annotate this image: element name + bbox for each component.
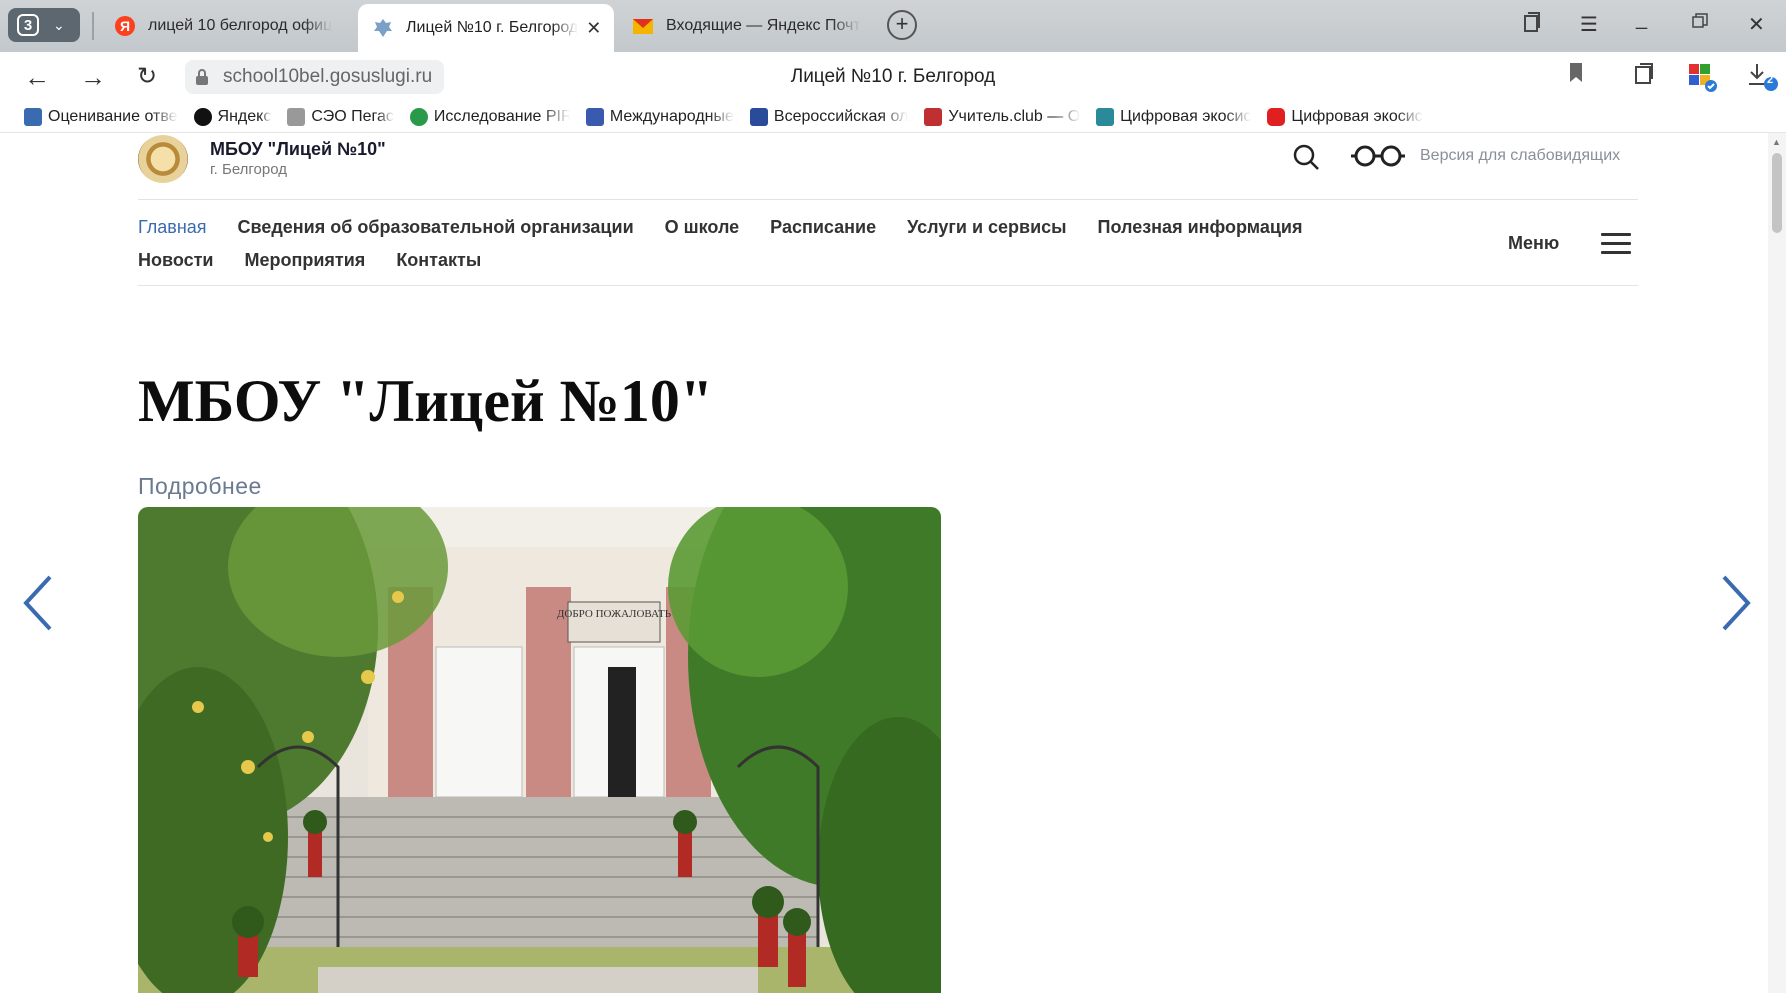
address-bar: ← → ↻ school10bel.gosuslugi.ru Лицей №10…	[0, 52, 1786, 102]
bookmark-item[interactable]: СЭО Пегас	[287, 108, 394, 126]
bookmark-favicon-icon	[24, 108, 42, 126]
menu-label[interactable]: Меню	[1508, 233, 1559, 254]
bookmarks-panel-icon[interactable]	[1522, 12, 1542, 40]
reader-icon[interactable]	[1632, 62, 1656, 92]
org-name[interactable]: МБОУ "Лицей №10"	[210, 139, 386, 160]
close-tab-icon[interactable]: ✕	[586, 18, 601, 39]
main-nav-row1: Главная Сведения об образовательной орга…	[138, 217, 1334, 238]
school-photo: ДОБРО ПОЖАЛОВАТЬ	[138, 507, 941, 993]
nav-about[interactable]: О школе	[665, 217, 740, 238]
menu-icon[interactable]: ☰	[1580, 12, 1598, 37]
bookmark-icon[interactable]	[1568, 62, 1584, 90]
chevron-down-icon: ⌄	[53, 16, 65, 33]
scroll-up-icon[interactable]: ▲	[1772, 137, 1781, 147]
divider	[138, 199, 1638, 200]
school-logo[interactable]	[138, 135, 188, 183]
youtube-icon	[1267, 108, 1286, 126]
bookmark-label: Исследование PIR	[433, 108, 570, 125]
bookmark-favicon-icon	[585, 108, 604, 126]
bookmark-label: Яндекс	[217, 108, 272, 125]
bookmark-label: Всероссийская ол	[773, 108, 909, 125]
main-nav-row2: Новости Мероприятия Контакты	[138, 250, 512, 271]
bookmark-label: Учитель.club — О	[948, 108, 1081, 125]
tab-count: 3	[17, 14, 39, 36]
carousel-next-icon[interactable]	[1718, 573, 1754, 633]
nav-home[interactable]: Главная	[138, 217, 207, 238]
tab-separator	[92, 12, 94, 40]
tab-counter-button[interactable]: 3 ⌄	[8, 8, 80, 42]
bookmark-item[interactable]: Учитель.club — О	[924, 108, 1080, 126]
download-icon[interactable]: 2	[1746, 62, 1780, 100]
bookmark-favicon-icon	[409, 108, 428, 126]
nav-news[interactable]: Новости	[138, 250, 213, 271]
glasses-icon[interactable]	[1350, 143, 1406, 169]
bookmark-item[interactable]: Цифровая экосис	[1096, 108, 1251, 126]
more-link[interactable]: Подробнее	[138, 473, 262, 500]
download-badge: 2	[1767, 74, 1774, 86]
bookmark-item[interactable]: Оценивание отве	[24, 108, 178, 126]
nav-contacts[interactable]: Контакты	[396, 250, 481, 271]
browser-window: 3 ⌄ Я лицей 10 белгород офиц Лицей №10 г…	[0, 0, 1786, 993]
bookmark-favicon-icon	[749, 108, 768, 126]
page-content: МБОУ "Лицей №10" г. Белгород Версия для …	[0, 132, 1786, 993]
bookmark-favicon-icon	[1096, 108, 1115, 126]
emblem-icon	[374, 19, 392, 37]
tab-mail[interactable]: Входящие — Яндекс Почт	[618, 4, 868, 48]
bookmark-favicon-icon	[193, 108, 212, 126]
divider	[138, 285, 1638, 286]
extension-icon[interactable]	[1687, 62, 1717, 98]
nav-events[interactable]: Мероприятия	[244, 250, 365, 271]
bookmark-label: Международные	[609, 108, 734, 125]
bookmark-item[interactable]: Яндекс	[193, 108, 272, 126]
scrollbar-thumb[interactable]	[1772, 153, 1782, 233]
nav-schedule[interactable]: Расписание	[770, 217, 876, 238]
mail-icon	[633, 19, 653, 34]
minimize-icon[interactable]: _	[1636, 8, 1647, 31]
hamburger-icon[interactable]	[1601, 233, 1631, 255]
welcome-sign: ДОБРО ПОЖАЛОВАТЬ	[557, 608, 671, 620]
new-tab-button[interactable]: +	[887, 10, 917, 40]
page-scrollbar[interactable]: ▲	[1768, 133, 1786, 993]
restore-icon[interactable]	[1692, 12, 1708, 35]
bookmark-label: Цифровая экосис	[1120, 108, 1252, 125]
bookmark-label: Цифровая экосис	[1291, 108, 1423, 125]
search-icon[interactable]	[1292, 143, 1320, 171]
bookmark-item[interactable]: Цифровая экосис	[1267, 108, 1423, 126]
carousel-prev-icon[interactable]	[20, 573, 56, 633]
nav-info[interactable]: Сведения об образовательной организации	[238, 217, 634, 238]
low-vision-link[interactable]: Версия для слабовидящих	[1420, 147, 1620, 165]
org-city: г. Белгород	[210, 161, 288, 178]
bookmark-label: Оценивание отве	[48, 108, 178, 125]
bookmark-label: СЭО Пегас	[311, 108, 394, 125]
bookmark-item[interactable]: Исследование PIR	[409, 108, 570, 126]
svg-text:Я: Я	[120, 18, 130, 34]
bookmark-favicon-icon	[924, 108, 943, 126]
tab-search[interactable]: Я лицей 10 белгород офиц	[100, 4, 355, 48]
page-title: Лицей №10 г. Белгород	[790, 66, 996, 87]
bookmark-item[interactable]: Всероссийская ол	[749, 108, 909, 126]
nav-services[interactable]: Услуги и сервисы	[907, 217, 1066, 238]
tab-active[interactable]: Лицей №10 г. Белгород ✕	[358, 4, 614, 52]
tab-title: Лицей №10 г. Белгород	[406, 19, 579, 36]
tab-title: Входящие — Яндекс Почт	[666, 17, 861, 34]
bookmarks-bar: Оценивание отве Яндекс СЭО Пегас Исследо…	[0, 102, 1786, 132]
nav-useful[interactable]: Полезная информация	[1098, 217, 1303, 238]
tab-title: лицей 10 белгород офиц	[148, 17, 333, 34]
bookmark-favicon-icon	[287, 108, 306, 126]
hero-title: МБОУ "Лицей №10"	[138, 368, 714, 434]
bookmark-item[interactable]: Международные	[585, 108, 734, 126]
tab-bar: 3 ⌄ Я лицей 10 белгород офиц Лицей №10 г…	[0, 0, 1786, 52]
close-window-icon[interactable]: ✕	[1748, 12, 1765, 37]
yandex-icon: Я	[115, 16, 135, 36]
